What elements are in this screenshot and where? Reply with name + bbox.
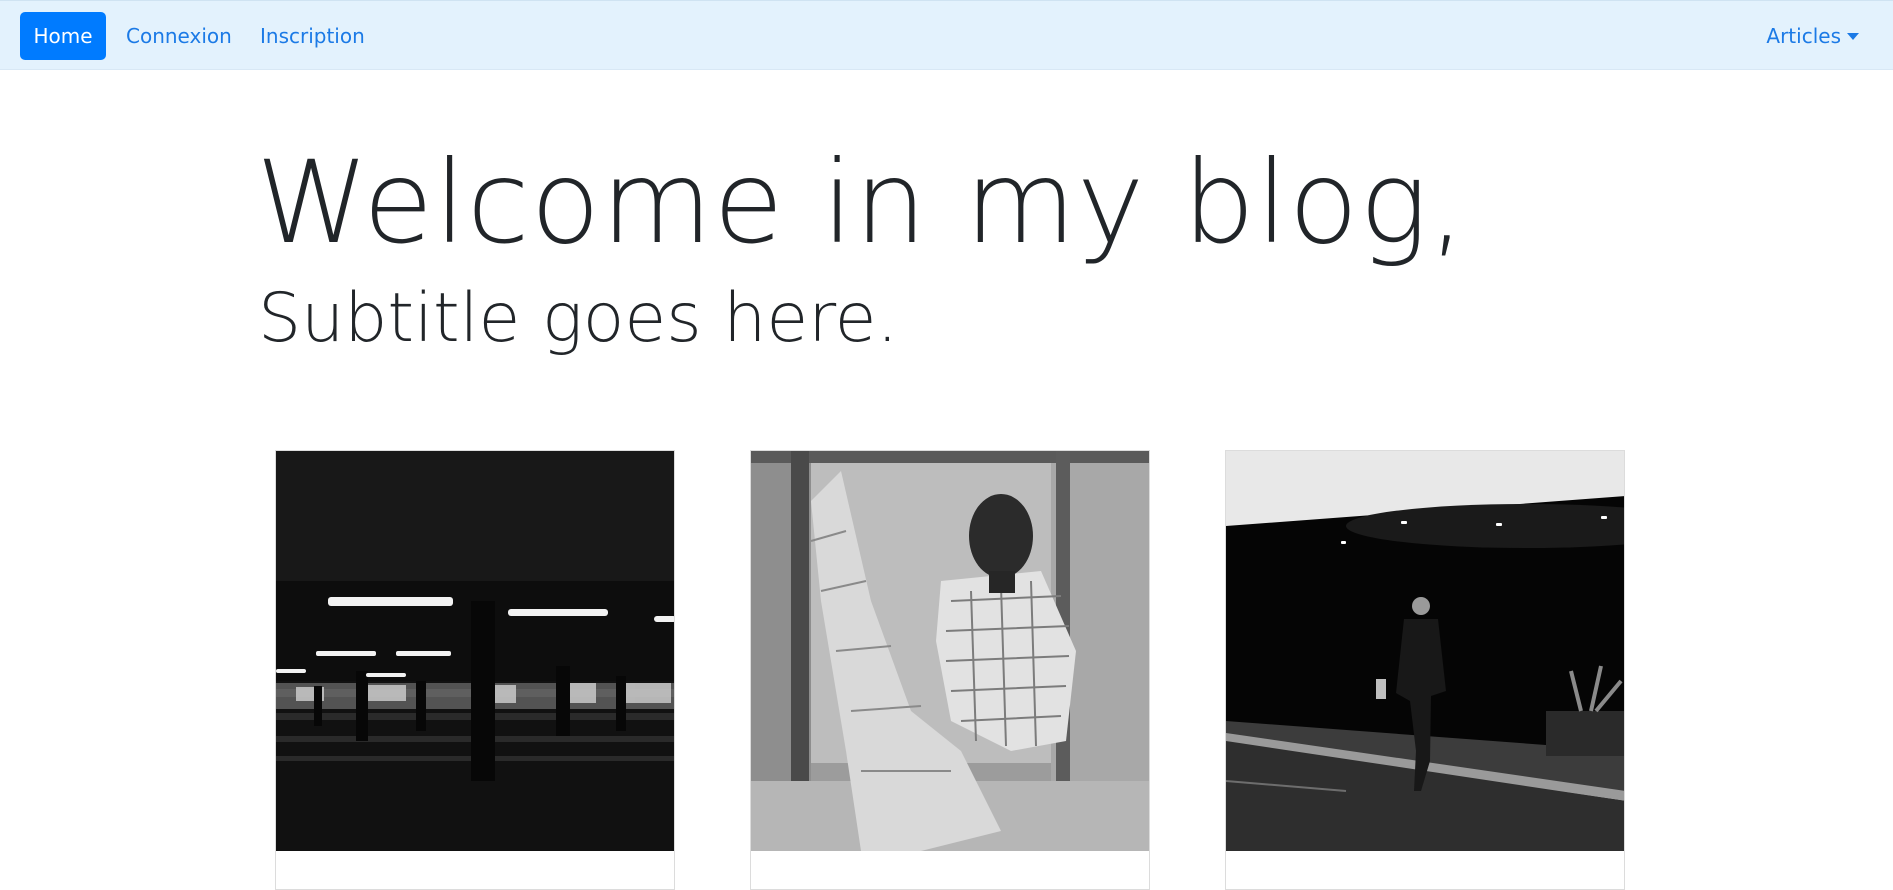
navbar: Home Connexion Inscription Articles (0, 0, 1893, 70)
article-card[interactable] (275, 450, 675, 890)
page-title: Welcome in my blog, (256, 136, 1467, 269)
man-walking-street-image (1226, 451, 1624, 851)
page-subtitle: Subtitle goes here. (258, 279, 899, 358)
nav-home-button[interactable]: Home (20, 12, 106, 60)
nav-inscription-link[interactable]: Inscription (260, 12, 365, 60)
portrait-man-checkered-shirt-image (751, 451, 1149, 851)
caret-down-icon (1847, 33, 1859, 40)
nav-articles-dropdown[interactable]: Articles (1766, 12, 1859, 60)
nav-articles-label: Articles (1766, 24, 1841, 48)
article-card[interactable] (1225, 450, 1625, 890)
parking-garage-image (276, 451, 674, 851)
nav-connexion-link[interactable]: Connexion (126, 12, 232, 60)
article-card[interactable] (750, 450, 1150, 890)
